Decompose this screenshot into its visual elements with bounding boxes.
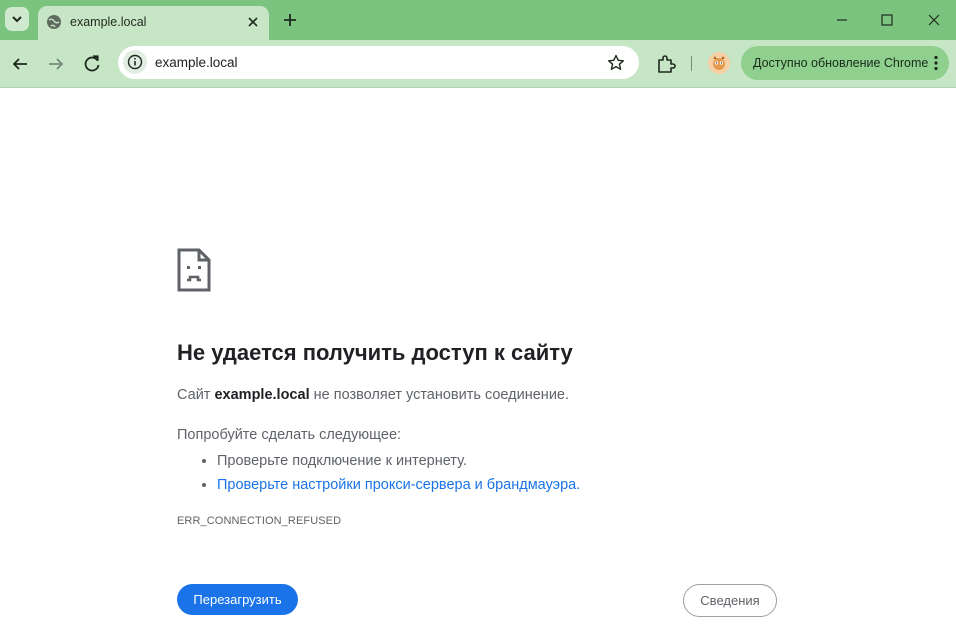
profile-avatar[interactable]	[708, 52, 730, 74]
toolbar: example.local Доступно обновление Chrome	[0, 40, 956, 88]
toolbar-divider	[691, 56, 692, 71]
profile-avatar-icon	[708, 52, 730, 74]
suggestion-item: Проверьте настройки прокси-сервера и бра…	[217, 473, 580, 497]
suggestion-item: Проверьте подключение к интернету.	[217, 449, 580, 473]
error-host: example.local	[214, 387, 310, 403]
details-button[interactable]: Сведения	[683, 584, 777, 617]
chrome-update-button[interactable]: Доступно обновление Chrome	[741, 46, 949, 80]
error-desc-suffix: не позволяет установить соединение.	[313, 387, 570, 403]
error-title: Не удается получить доступ к сайту	[177, 340, 573, 365]
suggestions-list: Проверьте подключение к интернету. Прове…	[177, 449, 580, 497]
window-close-icon[interactable]	[924, 10, 944, 30]
back-arrow-icon[interactable]	[8, 52, 32, 76]
more-vert-icon[interactable]	[933, 55, 939, 71]
extensions-puzzle-icon[interactable]	[654, 52, 678, 76]
tab-title: example.local	[70, 15, 147, 29]
new-tab-plus-icon[interactable]	[279, 9, 301, 31]
bookmark-star-icon[interactable]	[606, 53, 626, 73]
browser-tab[interactable]: example.local	[38, 6, 269, 40]
proxy-settings-link[interactable]: Проверьте настройки прокси-сервера и бра…	[217, 477, 580, 493]
error-code: ERR_CONNECTION_REFUSED	[177, 515, 342, 527]
forward-arrow-icon[interactable]	[44, 52, 68, 76]
minimize-icon[interactable]	[832, 10, 852, 30]
suggestions-heading: Попробуйте сделать следующее:	[177, 427, 402, 443]
error-desc-prefix: Сайт	[177, 387, 211, 403]
address-bar[interactable]: example.local	[118, 46, 639, 79]
tab-search-button[interactable]	[5, 7, 29, 31]
update-label: Доступно обновление Chrome	[753, 56, 929, 70]
reload-button[interactable]: Перезагрузить	[177, 584, 298, 615]
close-icon[interactable]	[245, 14, 261, 30]
url-text[interactable]: example.local	[155, 55, 238, 70]
sad-page-icon	[177, 248, 211, 292]
tab-strip: example.local	[0, 0, 956, 40]
reload-icon[interactable]	[80, 52, 104, 76]
chevron-down-icon	[12, 16, 22, 23]
globe-icon	[47, 15, 61, 29]
site-info-button[interactable]	[123, 50, 147, 74]
maximize-icon[interactable]	[877, 10, 897, 30]
error-description: Сайт example.local не позволяет установи…	[177, 387, 569, 403]
info-icon	[127, 54, 143, 70]
